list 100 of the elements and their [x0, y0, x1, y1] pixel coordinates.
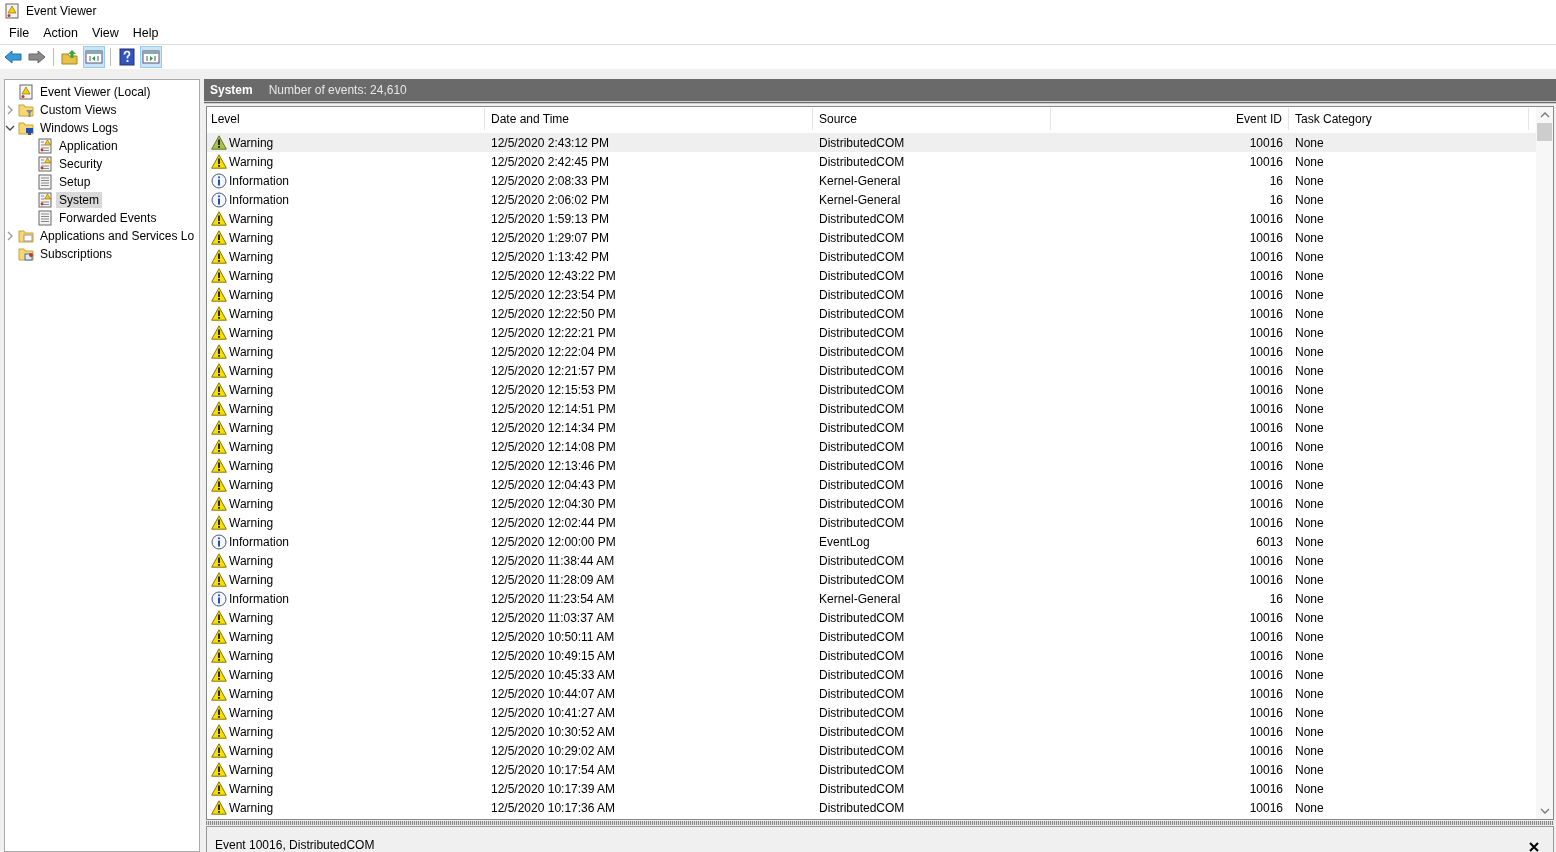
- warning-icon: [211, 344, 227, 359]
- event-row[interactable]: Warning 12/5/2020 12:04:43 PM DistributedCOM 10016 None: [207, 475, 1536, 494]
- tree-item[interactable]: Event Viewer (Local): [37, 84, 154, 100]
- warning-icon: [211, 135, 227, 150]
- event-row[interactable]: Warning 12/5/2020 12:14:08 PM DistributedCOM 10016 None: [207, 437, 1536, 456]
- level-text: Warning: [229, 496, 274, 511]
- source-cell-text: DistributedCOM: [818, 610, 906, 625]
- menu-item[interactable]: Help: [125, 26, 166, 40]
- tree-item[interactable]: Windows Logs: [37, 120, 122, 136]
- warning-icon: [211, 420, 227, 435]
- log-icon: [37, 210, 53, 226]
- event-row[interactable]: Warning 12/5/2020 10:17:39 AM DistributedCOM 10016 None: [207, 779, 1536, 798]
- column-header[interactable]: Event ID: [1051, 108, 1289, 130]
- event-row[interactable]: Information 12/5/2020 12:00:00 PM EventLog 6013 None: [207, 532, 1536, 551]
- level-text: Warning: [229, 135, 274, 150]
- event-row[interactable]: Warning 12/5/2020 12:15:53 PM DistributedCOM 10016 None: [207, 380, 1536, 399]
- menu-item[interactable]: File: [2, 26, 37, 40]
- event-id-cell-text: 10016: [1248, 249, 1284, 264]
- info-icon: [211, 172, 227, 189]
- event-row[interactable]: Warning 12/5/2020 10:41:27 AM DistributedCOM 10016 None: [207, 703, 1536, 722]
- event-row[interactable]: Information 12/5/2020 2:08:33 PM Kernel-General 16 None: [207, 171, 1536, 190]
- event-id-cell-text: 16: [1268, 192, 1284, 207]
- tree-item[interactable]: Setup: [56, 174, 94, 190]
- level-text: Warning: [229, 781, 274, 796]
- event-log-icon: [37, 138, 53, 154]
- tree-item[interactable]: Applications and Services Lo: [37, 228, 198, 244]
- event-row[interactable]: Warning 12/5/2020 11:38:44 AM DistributedCOM 10016 None: [207, 551, 1536, 570]
- event-row[interactable]: Warning 12/5/2020 10:17:36 AM DistributedCOM 10016 None: [207, 798, 1536, 817]
- event-row[interactable]: Warning 12/5/2020 1:13:42 PM DistributedCOM 10016 None: [207, 247, 1536, 266]
- date-cell-text: 12/5/2020 12:14:08 PM: [490, 439, 617, 454]
- scroll-up-icon[interactable]: [1539, 111, 1550, 119]
- event-row[interactable]: Warning 12/5/2020 12:21:57 PM DistributedCOM 10016 None: [207, 361, 1536, 380]
- event-row[interactable]: Warning 12/5/2020 10:45:33 AM DistributedCOM 10016 None: [207, 665, 1536, 684]
- event-row[interactable]: Warning 12/5/2020 12:14:34 PM DistributedCOM 10016 None: [207, 418, 1536, 437]
- event-id-cell-text: 10016: [1248, 268, 1284, 283]
- menu-item[interactable]: Action: [36, 26, 85, 40]
- event-row[interactable]: Warning 12/5/2020 12:14:51 PM DistributedCOM 10016 None: [207, 399, 1536, 418]
- event-row[interactable]: Warning 12/5/2020 11:28:09 AM DistributedCOM 10016 None: [207, 570, 1536, 589]
- event-row[interactable]: Warning 12/5/2020 1:29:07 PM DistributedCOM 10016 None: [207, 228, 1536, 247]
- tree-item[interactable]: System: [56, 192, 102, 208]
- event-row[interactable]: Warning 12/5/2020 11:03:37 AM DistributedCOM 10016 None: [207, 608, 1536, 627]
- event-row[interactable]: Warning 12/5/2020 12:23:54 PM DistributedCOM 10016 None: [207, 285, 1536, 304]
- date-cell-text: 12/5/2020 2:08:33 PM: [490, 173, 611, 188]
- help-button[interactable]: [116, 46, 138, 68]
- event-row[interactable]: Warning 12/5/2020 10:49:15 AM DistributedCOM 10016 None: [207, 646, 1536, 665]
- event-row[interactable]: Warning 12/5/2020 12:04:30 PM DistributedCOM 10016 None: [207, 494, 1536, 513]
- event-row[interactable]: Warning 12/5/2020 1:59:13 PM DistributedCOM 10016 None: [207, 209, 1536, 228]
- date-cell-text: 12/5/2020 2:42:45 PM: [490, 154, 611, 169]
- show-tree-button[interactable]: [83, 46, 105, 68]
- event-row[interactable]: Warning 12/5/2020 12:22:04 PM DistributedCOM 10016 None: [207, 342, 1536, 361]
- level-text: Warning: [229, 344, 274, 359]
- event-row[interactable]: Warning 12/5/2020 2:42:45 PM DistributedCOM 10016 None: [207, 152, 1536, 171]
- tree-item[interactable]: Application: [56, 138, 121, 154]
- event-row[interactable]: Information 12/5/2020 11:23:54 AM Kernel-General 16 None: [207, 589, 1536, 608]
- date-cell-text: 12/5/2020 1:59:13 PM: [490, 211, 611, 226]
- event-row[interactable]: Warning 12/5/2020 2:43:12 PM DistributedCOM 10016 None: [207, 133, 1536, 152]
- chevron-right-icon[interactable]: [5, 231, 15, 241]
- event-row[interactable]: Warning 12/5/2020 10:17:54 AM DistributedCOM 10016 None: [207, 760, 1536, 779]
- column-header[interactable]: Source: [813, 108, 1051, 130]
- chevron-down-icon[interactable]: [5, 123, 15, 133]
- event-id-cell-text: 10016: [1248, 705, 1284, 720]
- tree-item[interactable]: Subscriptions: [37, 246, 116, 262]
- event-log-icon: [37, 156, 53, 172]
- source-cell-text: DistributedCOM: [818, 686, 906, 701]
- event-row[interactable]: Warning 12/5/2020 12:22:21 PM DistributedCOM 10016 None: [207, 323, 1536, 342]
- scroll-down-icon[interactable]: [1539, 807, 1550, 815]
- warning-icon: [211, 363, 227, 378]
- tree-item[interactable]: Security: [56, 156, 106, 172]
- menu-item[interactable]: View: [84, 26, 126, 40]
- event-row[interactable]: Warning 12/5/2020 10:50:11 AM DistributedCOM 10016 None: [207, 627, 1536, 646]
- folder-icon: [18, 228, 34, 244]
- tree-item[interactable]: Forwarded Events: [56, 210, 160, 226]
- event-row[interactable]: Warning 12/5/2020 12:02:44 PM DistributedCOM 10016 None: [207, 513, 1536, 532]
- event-row[interactable]: Warning 12/5/2020 12:22:50 PM DistributedCOM 10016 None: [207, 304, 1536, 323]
- date-cell-text: 12/5/2020 1:13:42 PM: [490, 249, 611, 264]
- tree-item[interactable]: Custom Views: [37, 102, 120, 118]
- column-header[interactable]: Task Category: [1289, 108, 1529, 130]
- chevron-right-icon[interactable]: [5, 105, 15, 115]
- event-row[interactable]: Warning 12/5/2020 10:30:52 AM DistributedCOM 10016 None: [207, 722, 1536, 741]
- source-cell-text: DistributedCOM: [818, 363, 906, 378]
- event-row[interactable]: Warning 12/5/2020 10:29:02 AM DistributedCOM 10016 None: [207, 741, 1536, 760]
- column-header[interactable]: Level: [207, 108, 485, 130]
- event-row[interactable]: Warning 12/5/2020 12:13:46 PM DistributedCOM 10016 None: [207, 456, 1536, 475]
- source-cell-text: DistributedCOM: [818, 724, 906, 739]
- date-cell-text: 12/5/2020 10:17:36 AM: [490, 800, 617, 815]
- column-header[interactable]: Date and Time: [485, 108, 813, 130]
- scroll-thumb[interactable]: [1537, 123, 1552, 141]
- category-cell-text: None: [1294, 515, 1325, 530]
- event-row[interactable]: Warning 12/5/2020 12:43:22 PM DistributedCOM 10016 None: [207, 266, 1536, 285]
- window-title: Event Viewer: [26, 4, 97, 18]
- level-text: Warning: [229, 648, 274, 663]
- category-cell-text: None: [1294, 629, 1325, 644]
- event-row[interactable]: Information 12/5/2020 2:06:02 PM Kernel-General 16 None: [207, 190, 1536, 209]
- source-cell-text: DistributedCOM: [818, 439, 906, 454]
- category-cell-text: None: [1294, 667, 1325, 682]
- close-icon[interactable]: [1529, 842, 1539, 852]
- level-text: Warning: [229, 420, 274, 435]
- event-row[interactable]: Warning 12/5/2020 10:44:07 AM DistributedCOM 10016 None: [207, 684, 1536, 703]
- date-cell-text: 12/5/2020 12:14:51 PM: [490, 401, 617, 416]
- scrollbar[interactable]: [1536, 107, 1553, 819]
